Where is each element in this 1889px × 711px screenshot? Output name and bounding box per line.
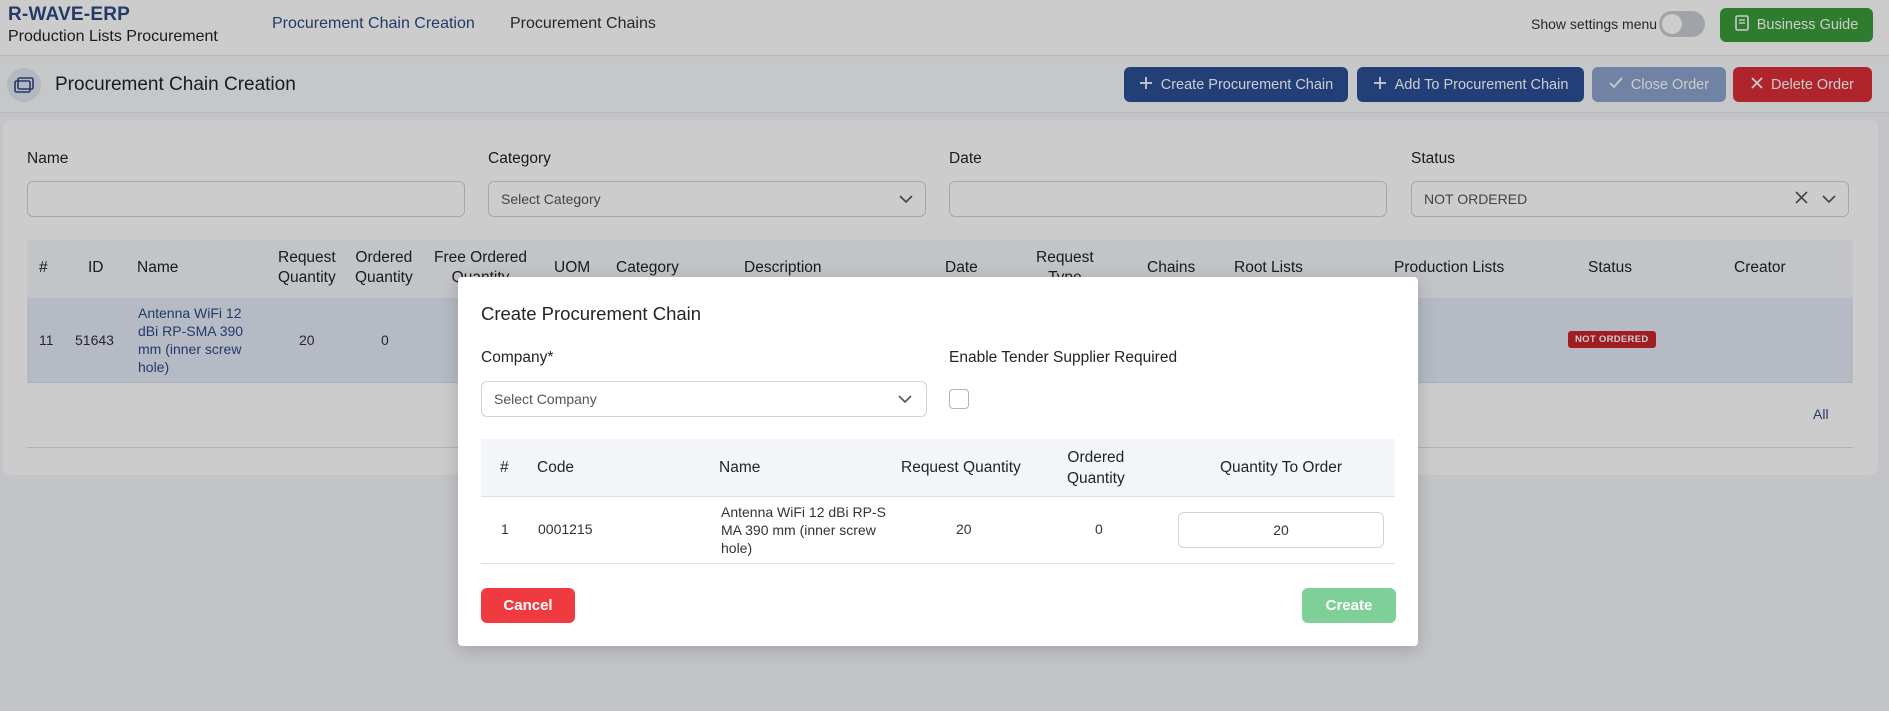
dialog-row-name-line2: MA 390 mm (inner screw bbox=[721, 522, 876, 538]
dialog-row-name-line1: Antenna WiFi 12 dBi RP-S bbox=[721, 504, 886, 520]
create-button[interactable]: Create bbox=[1302, 588, 1396, 623]
tender-supplier-checkbox[interactable] bbox=[949, 389, 969, 409]
create-procurement-chain-dialog: Create Procurement Chain Company* Select… bbox=[458, 277, 1418, 646]
cancel-button[interactable]: Cancel bbox=[481, 588, 575, 623]
dialog-col-request-qty: Request Quantity bbox=[901, 459, 1021, 476]
dialog-table-header: # Code Name Request Quantity Ordered Qua… bbox=[481, 439, 1395, 497]
dialog-col-qty-to-order: Quantity To Order bbox=[1220, 459, 1343, 476]
dialog-title: Create Procurement Chain bbox=[481, 303, 702, 324]
table-row: 1 0001215 Antenna WiFi 12 dBi RP-S MA 39… bbox=[481, 497, 1395, 564]
dialog-row-request-qty: 20 bbox=[956, 521, 972, 537]
dialog-col-index: # bbox=[500, 459, 509, 476]
dialog-col-code: Code bbox=[537, 459, 575, 476]
quantity-to-order-input[interactable]: 20 bbox=[1178, 512, 1384, 548]
dialog-row-name-line3: hole) bbox=[721, 540, 753, 556]
dialog-row-name: Antenna WiFi 12 dBi RP-S MA 390 mm (inne… bbox=[721, 503, 886, 557]
dialog-row-code: 0001215 bbox=[538, 521, 593, 537]
company-label: Company* bbox=[481, 349, 554, 366]
company-select[interactable]: Select Company bbox=[481, 381, 927, 417]
tender-supplier-label: Enable Tender Supplier Required bbox=[949, 349, 1178, 366]
dialog-row-index: 1 bbox=[501, 521, 509, 537]
dialog-col-ordered-qty-line1: Ordered bbox=[1067, 449, 1125, 466]
company-placeholder: Select Company bbox=[494, 391, 597, 407]
chevron-down-icon bbox=[898, 391, 912, 407]
dialog-col-name: Name bbox=[719, 459, 761, 476]
dialog-row-ordered-qty: 0 bbox=[1095, 521, 1103, 537]
dialog-col-ordered-qty-line2: Quantity bbox=[1067, 470, 1125, 487]
dialog-col-ordered-qty: Ordered Quantity bbox=[1067, 447, 1125, 489]
